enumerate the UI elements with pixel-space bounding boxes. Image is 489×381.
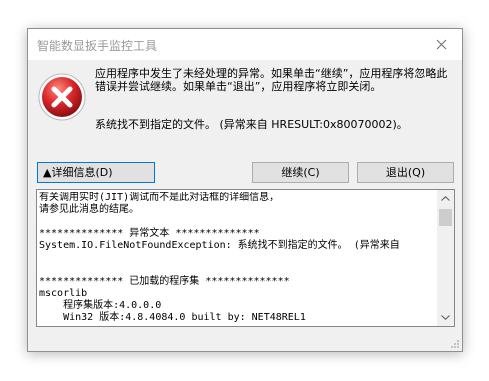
- error-dialog: 智能数显扳手监控工具 应用程序中发生了未经处理的异常。如果单击“继续”，应用程序…: [27, 28, 463, 352]
- details-button-label: 详细信息(D): [51, 166, 113, 179]
- title-bar: 智能数显扳手监控工具: [28, 29, 462, 60]
- close-icon: [436, 39, 447, 50]
- scroll-up-button[interactable]: [437, 190, 454, 207]
- scroll-down-button[interactable]: [437, 309, 454, 326]
- details-button[interactable]: ▲详细信息(D): [37, 162, 155, 183]
- close-button[interactable]: [422, 29, 462, 60]
- details-textbox[interactable]: 有关调用实时(JIT)调试而不是此对话框的详细信息， 请参见此消息的结尾。 **…: [36, 189, 455, 327]
- error-icon: [38, 73, 86, 121]
- continue-button[interactable]: 继续(C): [252, 162, 349, 183]
- vertical-scrollbar[interactable]: [437, 190, 454, 326]
- scroll-thumb[interactable]: [439, 209, 452, 226]
- exception-summary: 系统找不到指定的文件。 (异常来自 HRESULT:0x80070002)。: [95, 118, 408, 131]
- resize-grip-icon[interactable]: [450, 339, 460, 349]
- chevron-up-icon: [441, 196, 450, 201]
- details-text[interactable]: 有关调用实时(JIT)调试而不是此对话框的详细信息， 请参见此消息的结尾。 **…: [39, 192, 437, 324]
- error-message: 应用程序中发生了未经处理的异常。如果单击“继续”，应用程序将忽略此错误并尝试继续…: [95, 67, 448, 93]
- quit-button[interactable]: 退出(Q): [357, 162, 454, 183]
- window-title: 智能数显扳手监控工具: [37, 39, 158, 53]
- chevron-down-icon: [441, 315, 450, 320]
